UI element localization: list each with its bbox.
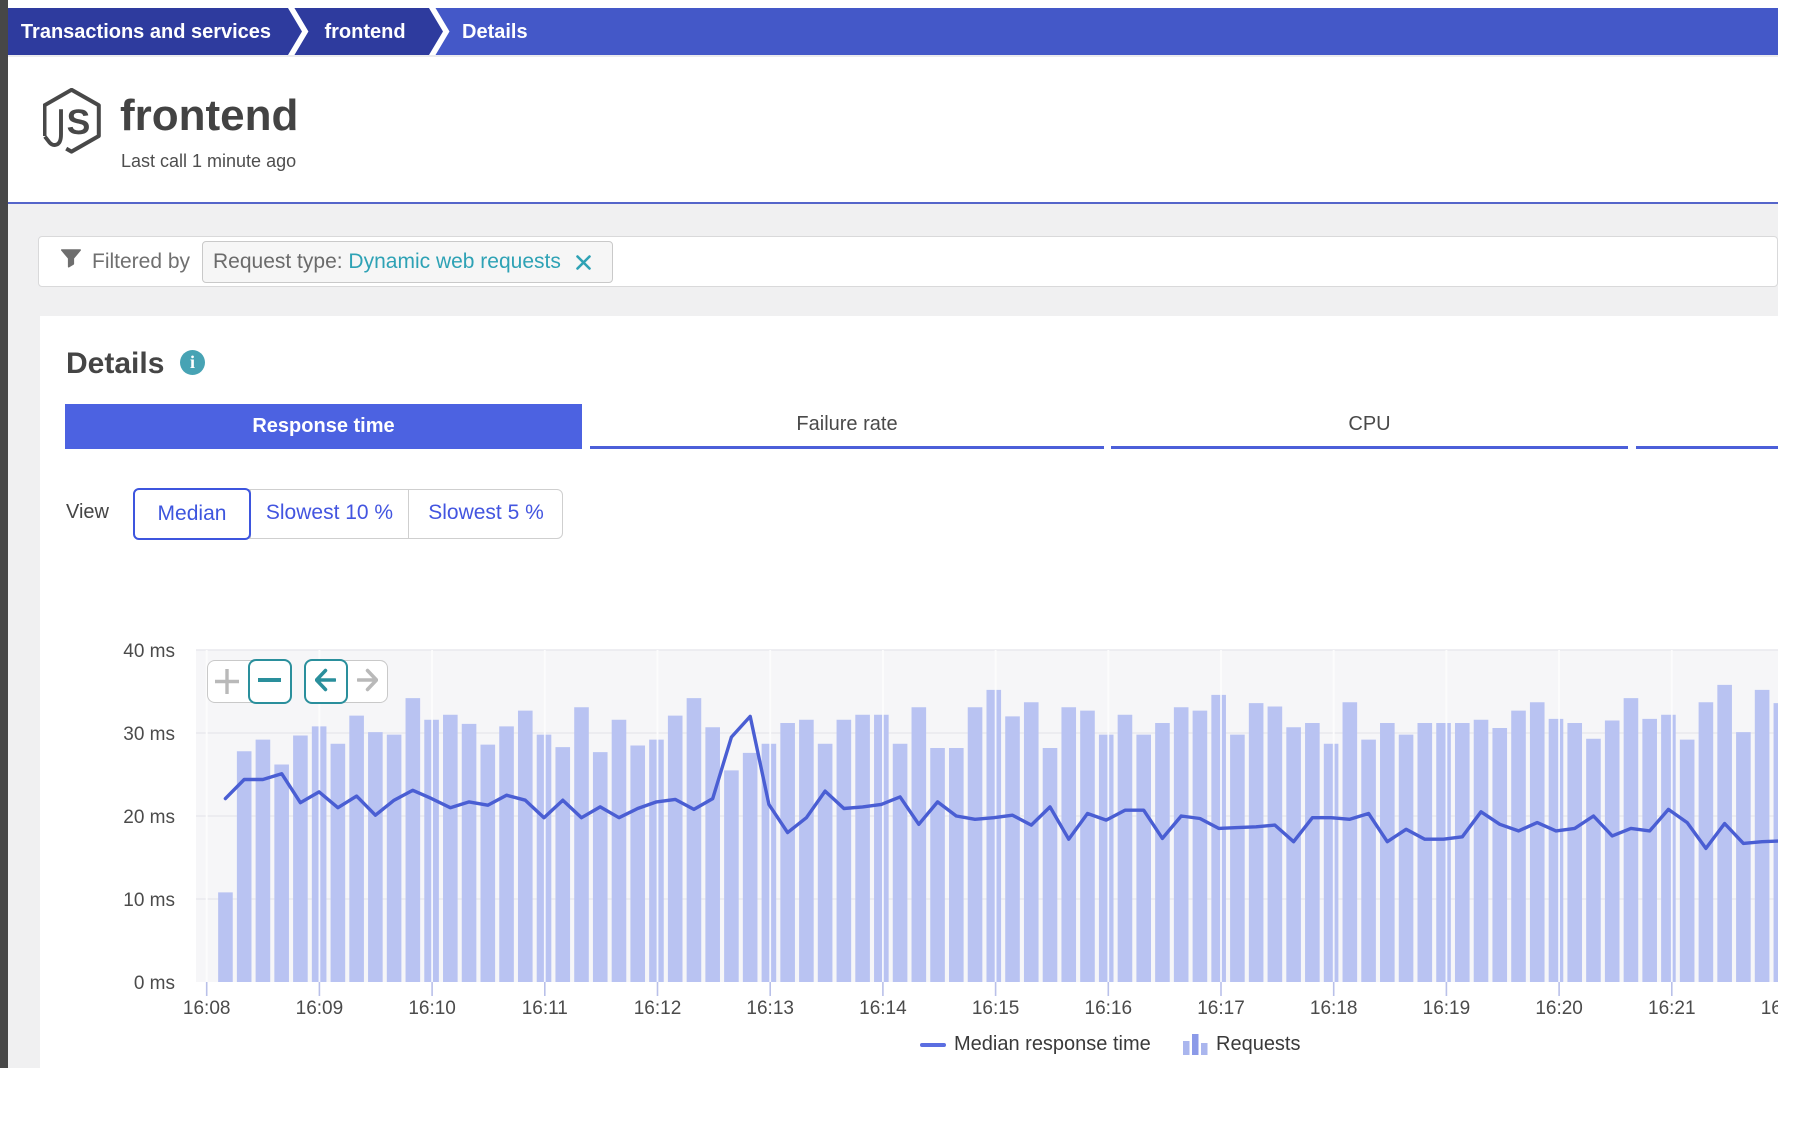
svg-text:20 ms: 20 ms xyxy=(123,807,175,828)
svg-text:16:12: 16:12 xyxy=(634,998,682,1019)
svg-text:16:16: 16:16 xyxy=(1085,998,1133,1019)
svg-text:frontend: frontend xyxy=(324,21,405,43)
svg-text:0 ms: 0 ms xyxy=(134,973,175,994)
svg-text:16:18: 16:18 xyxy=(1310,998,1358,1019)
svg-text:16:08: 16:08 xyxy=(183,998,231,1019)
svg-text:40 ms: 40 ms xyxy=(123,641,175,662)
svg-text:16:22: 16:22 xyxy=(1761,998,1778,1019)
svg-text:16:10: 16:10 xyxy=(408,998,456,1019)
svg-text:30 ms: 30 ms xyxy=(123,724,175,745)
svg-text:Details: Details xyxy=(462,21,528,43)
svg-text:10 ms: 10 ms xyxy=(123,890,175,911)
svg-text:16:20: 16:20 xyxy=(1535,998,1583,1019)
svg-text:16:19: 16:19 xyxy=(1423,998,1471,1019)
svg-text:16:15: 16:15 xyxy=(972,998,1020,1019)
svg-text:Transactions and services: Transactions and services xyxy=(21,21,271,43)
svg-text:16:21: 16:21 xyxy=(1648,998,1696,1019)
svg-text:16:14: 16:14 xyxy=(859,998,907,1019)
svg-text:16:09: 16:09 xyxy=(296,998,344,1019)
svg-text:16:13: 16:13 xyxy=(746,998,794,1019)
svg-text:S: S xyxy=(67,102,91,142)
svg-text:16:11: 16:11 xyxy=(522,998,568,1019)
svg-text:16:17: 16:17 xyxy=(1197,998,1245,1019)
